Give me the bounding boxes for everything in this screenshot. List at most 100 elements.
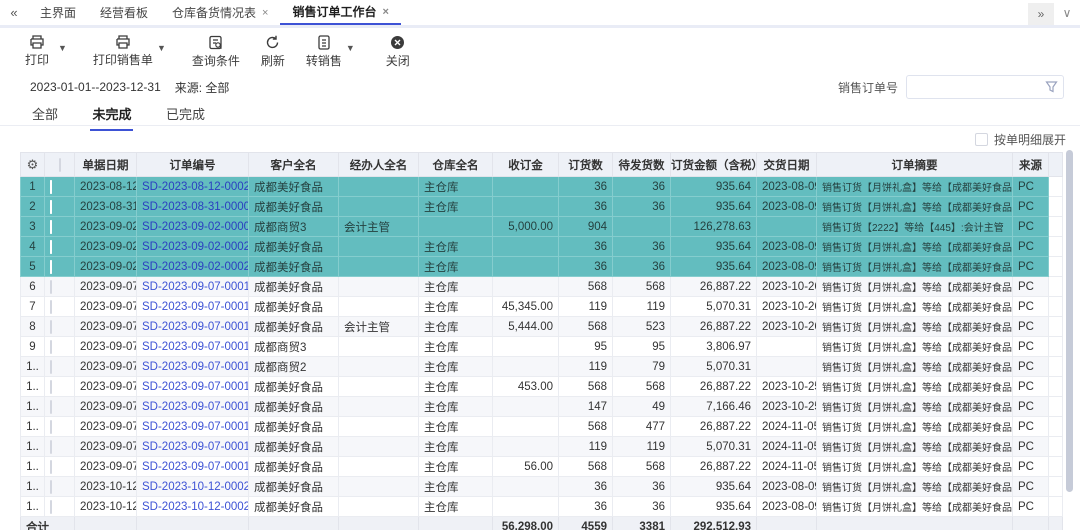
more-tabs-icon[interactable]: » — [1028, 3, 1054, 25]
cell-qty: 568 — [559, 417, 613, 437]
column-header-date[interactable]: 单据日期 — [75, 153, 137, 177]
chevron-down-icon[interactable]: ∨ — [1054, 6, 1080, 20]
print-dropdown-caret[interactable]: ▼ — [58, 43, 67, 53]
tab-business-dashboard[interactable]: 经营看板 — [88, 0, 160, 25]
order-number-link[interactable]: SD-2023-09-07-00011 — [142, 301, 249, 313]
table-row[interactable]: 42023-09-02SD-2023-09-02-00023成都美好食品主仓库3… — [21, 237, 1063, 257]
convert-to-sales-button[interactable]: 转销售 — [306, 35, 342, 69]
column-header-handler[interactable]: 经办人全名 — [339, 153, 419, 177]
table-row[interactable]: 62023-09-07SD-2023-09-07-00010成都美好食品主仓库5… — [21, 277, 1063, 297]
filter-funnel-icon[interactable] — [1045, 80, 1058, 98]
row-checkbox[interactable] — [50, 400, 52, 414]
filler-cell — [1049, 377, 1063, 397]
table-row[interactable]: 1..2023-09-07SD-2023-09-07-00016成都美好食品主仓… — [21, 397, 1063, 417]
table-row[interactable]: 32023-09-02SD-2023-09-02-00004成都商贸3会计主管5… — [21, 217, 1063, 237]
close-button[interactable]: 关闭 — [381, 35, 415, 69]
order-number-link[interactable]: SD-2023-09-07-00019 — [142, 461, 249, 473]
order-number-link[interactable]: SD-2023-09-07-00012 — [142, 321, 249, 333]
order-number-link[interactable]: SD-2023-09-02-00023 — [142, 241, 249, 253]
row-checkbox[interactable] — [50, 440, 52, 454]
column-header-order_no[interactable]: 订单编号 — [137, 153, 249, 177]
column-header-pending[interactable]: 待发货数 — [613, 153, 671, 177]
order-number-link[interactable]: SD-2023-08-12-00022 — [142, 181, 249, 193]
column-header-delivery[interactable]: 交货日期 — [757, 153, 817, 177]
column-header-warehouse[interactable]: 仓库全名 — [419, 153, 493, 177]
column-header-deposit[interactable]: 收订金 — [493, 153, 559, 177]
table-row[interactable]: 1..2023-09-07SD-2023-09-07-00017成都美好食品主仓… — [21, 417, 1063, 437]
order-number-link[interactable]: SD-2023-09-07-00017 — [142, 421, 249, 433]
cell-pending: 568 — [613, 277, 671, 297]
tab-sales-order-workbench[interactable]: 销售订单工作台 × — [280, 0, 400, 25]
order-number-link[interactable]: SD-2023-09-07-00013 — [142, 341, 249, 353]
table-row[interactable]: 92023-09-07SD-2023-09-07-00013成都商贸3主仓库95… — [21, 337, 1063, 357]
order-number-link[interactable]: SD-2023-09-07-00010 — [142, 281, 249, 293]
status-tab-unfinished[interactable]: 未完成 — [90, 100, 133, 131]
row-checkbox[interactable] — [50, 360, 52, 374]
scrollbar-thumb[interactable] — [1066, 150, 1073, 492]
convert-dropdown-caret[interactable]: ▼ — [346, 43, 355, 53]
row-checkbox[interactable] — [50, 280, 52, 294]
order-number-link[interactable]: SD-2023-09-02-00024 — [142, 261, 249, 273]
table-row[interactable]: 1..2023-09-07SD-2023-09-07-00015成都美好食品主仓… — [21, 377, 1063, 397]
cell-deposit — [493, 197, 559, 217]
row-checkbox[interactable] — [50, 200, 52, 214]
row-checkbox[interactable] — [50, 340, 52, 354]
print-button[interactable]: 打印 — [20, 35, 54, 68]
table-row[interactable]: 72023-09-07SD-2023-09-07-00011成都美好食品主仓库4… — [21, 297, 1063, 317]
sales-order-no-input[interactable] — [906, 75, 1064, 99]
column-header-summary[interactable]: 订单摘要 — [817, 153, 1013, 177]
table-row[interactable]: 52023-09-02SD-2023-09-02-00024成都美好食品主仓库3… — [21, 257, 1063, 277]
table-row[interactable]: 12023-08-12SD-2023-08-12-00022成都美好食品主仓库3… — [21, 177, 1063, 197]
tab-warehouse-stock-report[interactable]: 仓库备货情况表 × — [160, 0, 280, 25]
print-sales-dropdown-caret[interactable]: ▼ — [157, 43, 166, 53]
select-all-checkbox[interactable] — [59, 158, 61, 172]
column-header-amount[interactable]: 订货金额（含税） — [671, 153, 757, 177]
order-number-link[interactable]: SD-2023-09-07-00014 — [142, 361, 249, 373]
row-checkbox[interactable] — [50, 420, 52, 434]
column-header-filler[interactable] — [1049, 153, 1063, 177]
close-tab-icon[interactable]: × — [262, 7, 268, 19]
table-row[interactable]: 1..2023-10-12SD-2023-10-12-00021成都美好食品主仓… — [21, 497, 1063, 517]
row-checkbox[interactable] — [50, 480, 52, 494]
table-row[interactable]: 1..2023-10-12SD-2023-10-12-00020成都美好食品主仓… — [21, 477, 1063, 497]
column-header-customer[interactable]: 客户全名 — [249, 153, 339, 177]
collapse-tabs-icon[interactable]: « — [0, 0, 28, 25]
status-tab-all[interactable]: 全部 — [30, 100, 60, 129]
gear-icon[interactable]: ⚙ — [27, 157, 39, 172]
order-number-link[interactable]: SD-2023-09-07-00016 — [142, 401, 249, 413]
expand-detail-checkbox[interactable] — [975, 133, 988, 146]
row-checkbox[interactable] — [50, 500, 52, 514]
column-header-source[interactable]: 来源 — [1013, 153, 1049, 177]
row-checkbox[interactable] — [50, 240, 52, 254]
tab-main-screen[interactable]: 主界面 — [28, 0, 88, 25]
cell-source: PC — [1013, 237, 1049, 257]
row-checkbox[interactable] — [50, 320, 52, 334]
row-checkbox[interactable] — [50, 260, 52, 274]
table-row[interactable]: 1..2023-09-07SD-2023-09-07-00018成都美好食品主仓… — [21, 437, 1063, 457]
row-check-cell — [45, 217, 75, 237]
table-row[interactable]: 1..2023-09-07SD-2023-09-07-00014成都商贸2主仓库… — [21, 357, 1063, 377]
close-tab-icon[interactable]: × — [383, 6, 389, 18]
order-number-link[interactable]: SD-2023-09-07-00018 — [142, 441, 249, 453]
order-number-link[interactable]: SD-2023-10-12-00020 — [142, 481, 249, 493]
row-checkbox[interactable] — [50, 180, 52, 194]
refresh-button[interactable]: 刷新 — [256, 35, 290, 69]
order-number-link[interactable]: SD-2023-08-31-00003 — [142, 201, 249, 213]
column-header-qty[interactable]: 订货数 — [559, 153, 613, 177]
query-conditions-button[interactable]: 查询条件 — [192, 35, 240, 69]
table-row[interactable]: 22023-08-31SD-2023-08-31-00003成都美好食品主仓库3… — [21, 197, 1063, 217]
cell-delivery: 2023-08-09 — [757, 237, 817, 257]
table-row[interactable]: 1..2023-09-07SD-2023-09-07-00019成都美好食品主仓… — [21, 457, 1063, 477]
cell-amount: 5,070.31 — [671, 357, 757, 377]
row-checkbox[interactable] — [50, 300, 52, 314]
order-number-link[interactable]: SD-2023-10-12-00021 — [142, 501, 249, 513]
status-tab-finished[interactable]: 已完成 — [164, 100, 207, 129]
table-row[interactable]: 82023-09-07SD-2023-09-07-00012成都美好食品会计主管… — [21, 317, 1063, 337]
order-number-link[interactable]: SD-2023-09-02-00004 — [142, 221, 249, 233]
row-checkbox[interactable] — [50, 220, 52, 234]
order-number-link[interactable]: SD-2023-09-07-00015 — [142, 381, 249, 393]
row-checkbox[interactable] — [50, 380, 52, 394]
row-checkbox[interactable] — [50, 460, 52, 474]
print-sales-order-button[interactable]: 打印销售单 — [93, 35, 153, 68]
vertical-scrollbar — [1066, 150, 1073, 530]
